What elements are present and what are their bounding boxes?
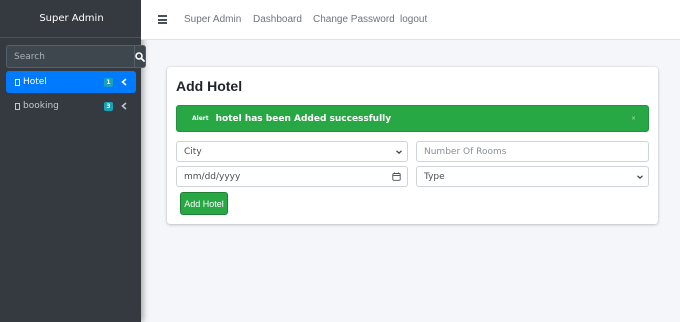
chevron-left-icon bbox=[119, 77, 129, 87]
add-hotel-button[interactable]: Add Hotel bbox=[180, 192, 228, 215]
date-placeholder: mm/dd/yyyy bbox=[184, 171, 241, 182]
type-select[interactable]: Type bbox=[416, 166, 649, 187]
alert-tag: Alert bbox=[192, 115, 209, 122]
number-of-rooms-input[interactable]: Number Of Rooms bbox=[416, 141, 649, 162]
nav-link-change-password[interactable]: Change Password bbox=[313, 14, 395, 25]
sidebar: Super Admin Hotel 1 booking 3 bbox=[0, 0, 146, 322]
search-button[interactable] bbox=[134, 45, 146, 68]
date-input[interactable]: mm/dd/yyyy bbox=[176, 166, 408, 187]
add-hotel-card: Add Hotel Alert hotel has been Added suc… bbox=[167, 67, 658, 224]
type-select-value: Type bbox=[424, 171, 445, 182]
menu-toggle-icon[interactable] bbox=[158, 15, 167, 24]
rooms-placeholder: Number Of Rooms bbox=[424, 146, 507, 157]
city-select-value: City bbox=[184, 146, 202, 157]
sidebar-item-booking[interactable]: booking 3 bbox=[6, 95, 136, 117]
count-badge: 1 bbox=[104, 77, 113, 87]
top-navbar: Super Admin Dashboard Change Password lo… bbox=[141, 0, 680, 40]
calendar-icon[interactable] bbox=[392, 172, 401, 181]
alert-message: hotel has been Added successfully bbox=[215, 113, 392, 124]
page-title: Add Hotel bbox=[176, 78, 243, 94]
nav-link-dashboard[interactable]: Dashboard bbox=[253, 14, 302, 25]
sidebar-item-label: Hotel bbox=[23, 77, 47, 87]
brand-title[interactable]: Super Admin bbox=[0, 0, 141, 38]
success-alert: Alert hotel has been Added successfully … bbox=[176, 105, 649, 132]
city-select[interactable]: City bbox=[176, 141, 408, 162]
sidebar-item-label: booking bbox=[23, 101, 59, 111]
count-badge: 3 bbox=[104, 101, 113, 111]
sidebar-item-hotel[interactable]: Hotel 1 bbox=[6, 71, 136, 93]
chevron-down-icon bbox=[637, 175, 643, 180]
nav-link-super-admin[interactable]: Super Admin bbox=[184, 14, 241, 25]
sidebar-search bbox=[6, 45, 146, 68]
close-icon[interactable]: × bbox=[631, 115, 636, 122]
search-icon bbox=[135, 51, 145, 62]
search-input[interactable] bbox=[6, 45, 134, 68]
chevron-left-icon bbox=[119, 101, 129, 111]
nav-link-logout[interactable]: logout bbox=[400, 14, 427, 25]
booking-icon bbox=[15, 102, 20, 110]
chevron-down-icon bbox=[396, 150, 402, 155]
hotel-icon bbox=[15, 78, 20, 86]
